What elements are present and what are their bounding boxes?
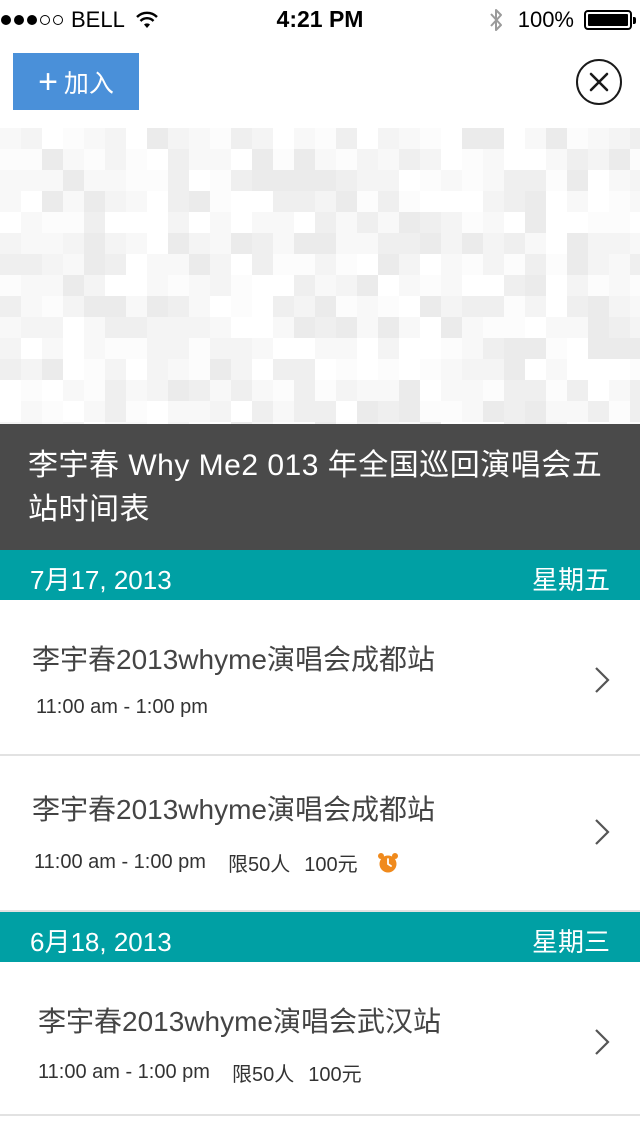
list-item[interactable]: 李宇春2013whyme演唱会成都站 11:00 am - 1:00 pm <box>0 600 640 756</box>
battery-icon <box>584 10 636 30</box>
status-bar: BELL 4:21 PM 100% <box>0 0 640 40</box>
status-right: 100% <box>488 6 636 34</box>
item-limit: 限50人 <box>227 854 291 876</box>
item-price: 100元 <box>304 854 358 876</box>
date-label: 6月18, 2013 <box>30 927 172 957</box>
plus-icon: + <box>38 62 58 101</box>
date-header: 7月17, 2013 星期五 <box>0 550 640 618</box>
item-time: 11:00 am - 1:00 pm <box>34 851 206 873</box>
date-header: 6月18, 2013 星期三 <box>0 912 640 980</box>
weekday-label: 星期五 <box>531 565 610 595</box>
item-title: 李宇春2013whyme演唱会武汉站 <box>38 1006 441 1037</box>
item-time: 11:00 am - 1:00 pm <box>36 696 208 718</box>
item-price: 100元 <box>308 1064 362 1086</box>
list-item[interactable]: 李宇春2013whyme演唱会成都站 11:00 am - 1:00 pm 限5… <box>0 756 640 912</box>
list-item[interactable]: 李宇春2013whyme演唱会武汉站 11:00 am - 1:00 pm 限5… <box>0 962 640 1116</box>
pixel-mosaic-pattern <box>0 128 640 424</box>
alarm-clock-icon[interactable] <box>376 851 400 875</box>
item-title: 李宇春2013whyme演唱会成都站 <box>32 644 435 675</box>
close-button[interactable] <box>576 59 622 105</box>
weekday-label: 星期三 <box>531 927 610 957</box>
chevron-right-icon <box>595 1029 610 1055</box>
item-meta: 11:00 am - 1:00 pm 限50人 100元 <box>38 1058 362 1087</box>
event-title-bar: 李宇春 Why Me2 013 年全国巡回演唱会五站时间表 <box>0 424 640 550</box>
chevron-right-icon <box>595 667 610 693</box>
close-icon <box>589 72 609 92</box>
date-label: 7月17, 2013 <box>30 565 172 595</box>
item-title: 李宇春2013whyme演唱会成都站 <box>32 794 435 825</box>
item-meta: 11:00 am - 1:00 pm <box>36 696 208 719</box>
battery-percent: 100% <box>517 7 574 32</box>
event-banner-image <box>0 128 640 424</box>
bluetooth-icon <box>489 9 502 31</box>
add-button-label: 加入 <box>63 69 114 98</box>
chevron-right-icon <box>595 819 610 845</box>
item-limit: 限50人 <box>231 1064 295 1086</box>
add-button[interactable]: + 加入 <box>13 53 139 110</box>
item-meta: 11:00 am - 1:00 pm 限50人 100元 <box>34 848 400 877</box>
item-time: 11:00 am - 1:00 pm <box>38 1061 210 1083</box>
event-title: 李宇春 Why Me2 013 年全国巡回演唱会五站时间表 <box>28 449 603 526</box>
